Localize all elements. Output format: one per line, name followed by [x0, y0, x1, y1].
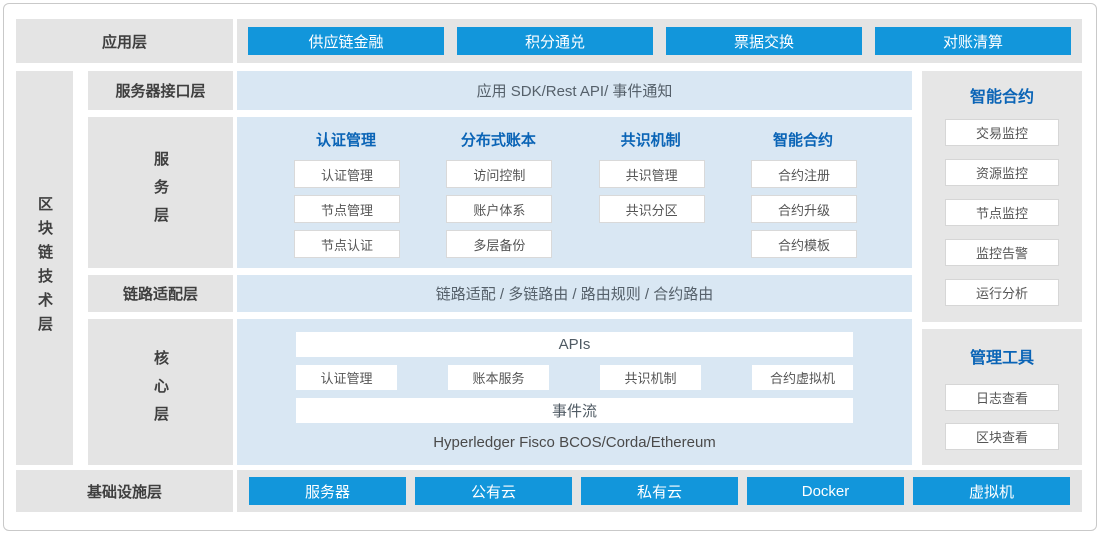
tool-item-block-view: 区块查看: [945, 423, 1059, 450]
service-column-contract: 智能合约 合约注册 合约升级 合约模板: [751, 131, 855, 258]
core-module-contract-vm: 合约虚拟机: [752, 365, 853, 390]
infrastructure-layer-label-text: 基础设施层: [87, 481, 162, 502]
adapter-layer-label: 链路适配层: [88, 275, 233, 312]
service-column-consensus-title: 共识机制: [599, 131, 703, 151]
service-item: 账户体系: [446, 195, 552, 223]
app-block-points-exchange: 积分通兑: [457, 27, 653, 55]
core-layer-label-text: 核心层: [150, 350, 171, 434]
service-layer-label-text: 服务层: [150, 151, 171, 235]
tool-item-log-view: 日志查看: [945, 384, 1059, 411]
blockchain-layer-label-text: 区块链技术层: [34, 196, 55, 340]
tools-panel: 管理工具 日志查看 区块查看: [922, 329, 1082, 465]
application-layer-label: 应用层: [16, 19, 233, 63]
service-item: 多层备份: [446, 230, 552, 258]
sdk-api-bar: 应用 SDK/Rest API/ 事件通知: [237, 71, 912, 110]
service-layer-box: 认证管理 认证管理 节点管理 节点认证 分布式账本 访问控制 账户体系 多层备份…: [237, 117, 912, 268]
architecture-diagram: 应用层 供应链金融 积分通兑 票据交换 对账清算 区块链技术层 服务器接口层 应…: [0, 0, 1100, 534]
service-item: 共识分区: [599, 195, 705, 223]
infrastructure-layer-label: 基础设施层: [16, 470, 233, 512]
app-block-supply-chain-finance: 供应链金融: [248, 27, 444, 55]
core-platforms-text: Hyperledger Fisco BCOS/Corda/Ethereum: [296, 434, 853, 451]
infra-block-vm: 虚拟机: [913, 477, 1070, 505]
monitor-item-alert: 监控告警: [945, 239, 1059, 266]
application-layer-label-text: 应用层: [102, 31, 147, 52]
core-module-auth: 认证管理: [296, 365, 397, 390]
monitor-item-analysis: 运行分析: [945, 279, 1059, 306]
service-item: 合约升级: [751, 195, 857, 223]
infra-block-public-cloud: 公有云: [415, 477, 572, 505]
adapter-bar-text: 链路适配 / 多链路由 / 路由规则 / 合约路由: [436, 283, 714, 304]
service-item: 访问控制: [446, 160, 552, 188]
service-item: 节点认证: [294, 230, 400, 258]
sdk-api-bar-text: 应用 SDK/Rest API/ 事件通知: [477, 80, 673, 101]
app-block-bill-exchange: 票据交换: [666, 27, 862, 55]
service-column-consensus: 共识机制 共识管理 共识分区: [599, 131, 703, 258]
monitor-item-transaction: 交易监控: [945, 119, 1059, 146]
monitor-panel-title: 智能合约: [970, 88, 1034, 108]
core-event-stream-bar: 事件流: [296, 398, 853, 423]
interface-layer-label-text: 服务器接口层: [115, 80, 205, 101]
service-item: 认证管理: [294, 160, 400, 188]
service-column-auth: 认证管理 认证管理 节点管理 节点认证: [294, 131, 398, 258]
monitor-item-node: 节点监控: [945, 199, 1059, 226]
monitor-item-resource: 资源监控: [945, 159, 1059, 186]
core-apis-bar: APIs: [296, 332, 853, 357]
service-column-ledger: 分布式账本 访问控制 账户体系 多层备份: [446, 131, 550, 258]
service-layer-label: 服务层: [88, 117, 233, 268]
service-column-auth-title: 认证管理: [294, 131, 398, 151]
service-item: 共识管理: [599, 160, 705, 188]
application-layer-strip: 供应链金融 积分通兑 票据交换 对账清算: [237, 19, 1082, 63]
monitor-panel: 智能合约 交易监控 资源监控 节点监控 监控告警 运行分析: [922, 71, 1082, 322]
core-layer-box: APIs 认证管理 账本服务 共识机制 合约虚拟机 事件流 Hyperledge…: [237, 319, 912, 465]
blockchain-layer-bar: 区块链技术层: [16, 71, 73, 465]
interface-layer-label: 服务器接口层: [88, 71, 233, 110]
service-item: 合约模板: [751, 230, 857, 258]
core-layer-label: 核心层: [88, 319, 233, 465]
core-module-consensus: 共识机制: [600, 365, 701, 390]
tools-panel-title: 管理工具: [970, 349, 1034, 369]
adapter-layer-label-text: 链路适配层: [123, 283, 198, 304]
service-item: 合约注册: [751, 160, 857, 188]
infra-block-private-cloud: 私有云: [581, 477, 738, 505]
infrastructure-layer-strip: 服务器 公有云 私有云 Docker 虚拟机: [237, 470, 1082, 512]
service-item: 节点管理: [294, 195, 400, 223]
app-block-reconciliation: 对账清算: [875, 27, 1071, 55]
service-column-ledger-title: 分布式账本: [446, 131, 550, 151]
infra-block-docker: Docker: [747, 477, 904, 505]
infra-block-server: 服务器: [249, 477, 406, 505]
service-column-contract-title: 智能合约: [751, 131, 855, 151]
core-module-ledger: 账本服务: [448, 365, 549, 390]
adapter-bar: 链路适配 / 多链路由 / 路由规则 / 合约路由: [237, 275, 912, 312]
